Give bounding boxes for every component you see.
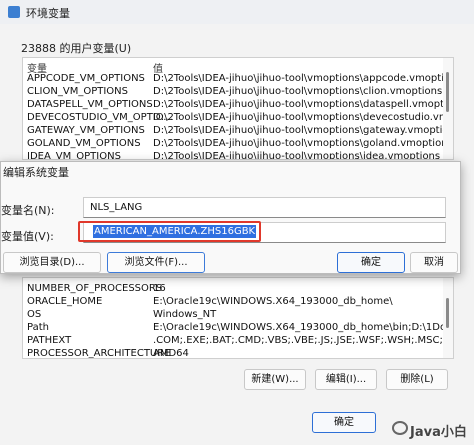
table-row[interactable]: CLION_VM_OPTIONS D:\2Tools\IDEA-jihuo\ji…	[23, 85, 443, 98]
watermark-text: Java小白	[410, 425, 467, 440]
var-name: APPCODE_VM_OPTIONS	[27, 73, 145, 84]
table-row[interactable]: GOLAND_VM_OPTIONS D:\2Tools\IDEA-jihuo\j…	[23, 137, 453, 150]
var-value: E:\Oracle19c\WINDOWS.X64_193000_db_home\…	[153, 322, 453, 333]
table-row[interactable]: IDEA_VM_OPTIONS D:\2Tools\IDEA-jihuo\jih…	[23, 150, 443, 160]
watermark: Java小白	[392, 419, 474, 441]
var-value: D:\2Tools\IDEA-jihuo\jihuo-tool\vmoption…	[153, 86, 443, 97]
table-row[interactable]: NUMBER_OF_PROCESSORS 16	[23, 282, 443, 295]
browse-directory-button[interactable]: 浏览目录(D)...	[3, 252, 101, 273]
var-name: GOLAND_VM_OPTIONS	[27, 138, 141, 149]
var-value: AMD64	[153, 348, 189, 359]
var-name: GATEWAY_VM_OPTIONS	[27, 125, 145, 136]
table-row[interactable]: ORACLE_HOME E:\Oracle19c\WINDOWS.X64_193…	[23, 295, 443, 308]
var-value: D:\2Tools\IDEA-jihuo\jihuo-tool\vmoption…	[153, 73, 454, 84]
user-vars-label: 23888 的用户变量(U)	[21, 42, 132, 55]
dialog-title: 编辑系统变量	[3, 166, 69, 179]
window-titlebar: 环境变量	[0, 0, 474, 24]
red-highlight-annotation	[78, 221, 261, 242]
table-row[interactable]: DATASPELL_VM_OPTIONS D:\2Tools\IDEA-jihu…	[23, 98, 453, 111]
variable-name-field[interactable]: NLS_LANG	[83, 197, 446, 218]
var-value: .COM;.EXE;.BAT;.CMD;.VBS;.VBE;.JS;.JSE;.…	[153, 335, 454, 346]
dialog-cancel-button[interactable]: 取消	[410, 252, 458, 273]
system-variables-list[interactable]: NUMBER_OF_PROCESSORS 16 ORACLE_HOME E:\O…	[22, 277, 454, 359]
edit-system-variable-dialog: 编辑系统变量 变量名(N): NLS_LANG 变量值(V): AMERICAN…	[0, 161, 461, 274]
var-name: PROCESSOR_ARCHITECTURE	[27, 348, 171, 359]
edit-variable-button[interactable]: 编辑(I)...	[315, 369, 377, 390]
table-row[interactable]: DEVECOSTUDIO_VM_OPTIO... D:\2Tools\IDEA-…	[23, 111, 453, 124]
var-name: OS	[27, 309, 42, 320]
var-name: DATASPELL_VM_OPTIONS	[27, 99, 153, 110]
wechat-icon	[392, 421, 408, 435]
env-ok-button[interactable]: 确定	[312, 412, 376, 433]
var-name: CLION_VM_OPTIONS	[27, 86, 128, 97]
new-variable-button[interactable]: 新建(W)...	[244, 369, 306, 390]
browse-file-button[interactable]: 浏览文件(F)...	[107, 252, 205, 273]
var-value: E:\Oracle19c\WINDOWS.X64_193000_db_home\	[153, 296, 393, 307]
var-value: D:\2Tools\IDEA-jihuo\jihuo-tool\vmoption…	[153, 99, 454, 110]
vertical-scrollbar[interactable]	[443, 278, 453, 358]
variable-name-label: 变量名(N):	[1, 204, 55, 217]
var-value: D:\2Tools\IDEA-jihuo\jihuo-tool\vmoption…	[153, 112, 454, 123]
list-header: 变量 值	[23, 58, 453, 75]
scrollbar-thumb[interactable]	[446, 298, 449, 328]
variable-value-label: 变量值(V):	[1, 230, 54, 243]
table-row[interactable]: OS Windows_NT	[23, 308, 443, 321]
table-row[interactable]: PATHEXT .COM;.EXE;.BAT;.CMD;.VBS;.VBE;.J…	[23, 334, 453, 347]
var-name: DEVECOSTUDIO_VM_OPTIO...	[27, 112, 173, 123]
delete-variable-button[interactable]: 删除(L)	[386, 369, 448, 390]
var-name: NUMBER_OF_PROCESSORS	[27, 283, 163, 294]
var-value: D:\2Tools\IDEA-jihuo\jihuo-tool\vmoption…	[153, 138, 453, 149]
table-row[interactable]: APPCODE_VM_OPTIONS D:\2Tools\IDEA-jihuo\…	[23, 72, 453, 85]
var-name: Path	[27, 322, 49, 333]
dialog-ok-button[interactable]: 确定	[337, 252, 405, 273]
var-name: ORACLE_HOME	[27, 296, 103, 307]
var-value: 16	[153, 283, 166, 294]
var-value: D:\2Tools\IDEA-jihuo\jihuo-tool\vmoption…	[153, 125, 454, 136]
table-row[interactable]: Path E:\Oracle19c\WINDOWS.X64_193000_db_…	[23, 321, 453, 334]
var-value: Windows_NT	[153, 309, 217, 320]
table-row[interactable]: GATEWAY_VM_OPTIONS D:\2Tools\IDEA-jihuo\…	[23, 124, 453, 137]
window-title: 环境变量	[26, 7, 70, 20]
window-app-icon	[8, 6, 20, 18]
var-value: D:\2Tools\IDEA-jihuo\jihuo-tool\vmoption…	[153, 151, 441, 160]
var-name: PATHEXT	[27, 335, 72, 346]
var-name: IDEA_VM_OPTIONS	[27, 151, 121, 160]
scrollbar-thumb[interactable]	[446, 72, 449, 112]
user-variables-list[interactable]: 变量 值 APPCODE_VM_OPTIONS D:\2Tools\IDEA-j…	[22, 57, 454, 160]
table-row[interactable]: PROCESSOR_ARCHITECTURE AMD64	[23, 347, 443, 359]
vertical-scrollbar[interactable]	[443, 58, 453, 159]
